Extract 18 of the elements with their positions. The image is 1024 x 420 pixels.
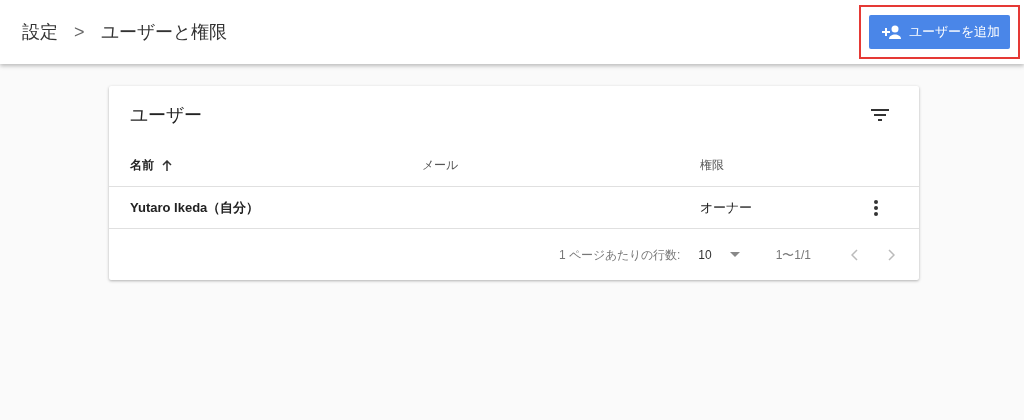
table-cell-text: Yutaro Ikeda（自分）	[130, 198, 261, 217]
column-header[interactable]: メール	[422, 156, 458, 174]
table-cell-text: オーナー	[700, 198, 753, 217]
breadcrumb-item[interactable]: 設定	[22, 18, 58, 46]
rows-per-page-label: 1 ページあたりの行数:	[558, 246, 681, 264]
filter-icon[interactable]	[871, 109, 889, 121]
add-person-icon	[879, 24, 901, 40]
sort-arrow-icon[interactable]	[162, 159, 172, 171]
column-header[interactable]: 権限	[700, 156, 724, 174]
more-icon[interactable]	[874, 199, 878, 216]
column-header[interactable]: 名前	[130, 156, 154, 174]
page-range: 1〜1/1	[775, 246, 811, 264]
dropdown-icon	[729, 252, 740, 257]
breadcrumb-separator: >	[74, 20, 85, 44]
add-user-button[interactable]: ユーザーを追加	[869, 15, 1010, 49]
card-title: ユーザー	[130, 103, 202, 127]
page-title: ユーザーと権限	[100, 20, 227, 44]
rows-per-page-select[interactable]: 10	[698, 245, 740, 264]
